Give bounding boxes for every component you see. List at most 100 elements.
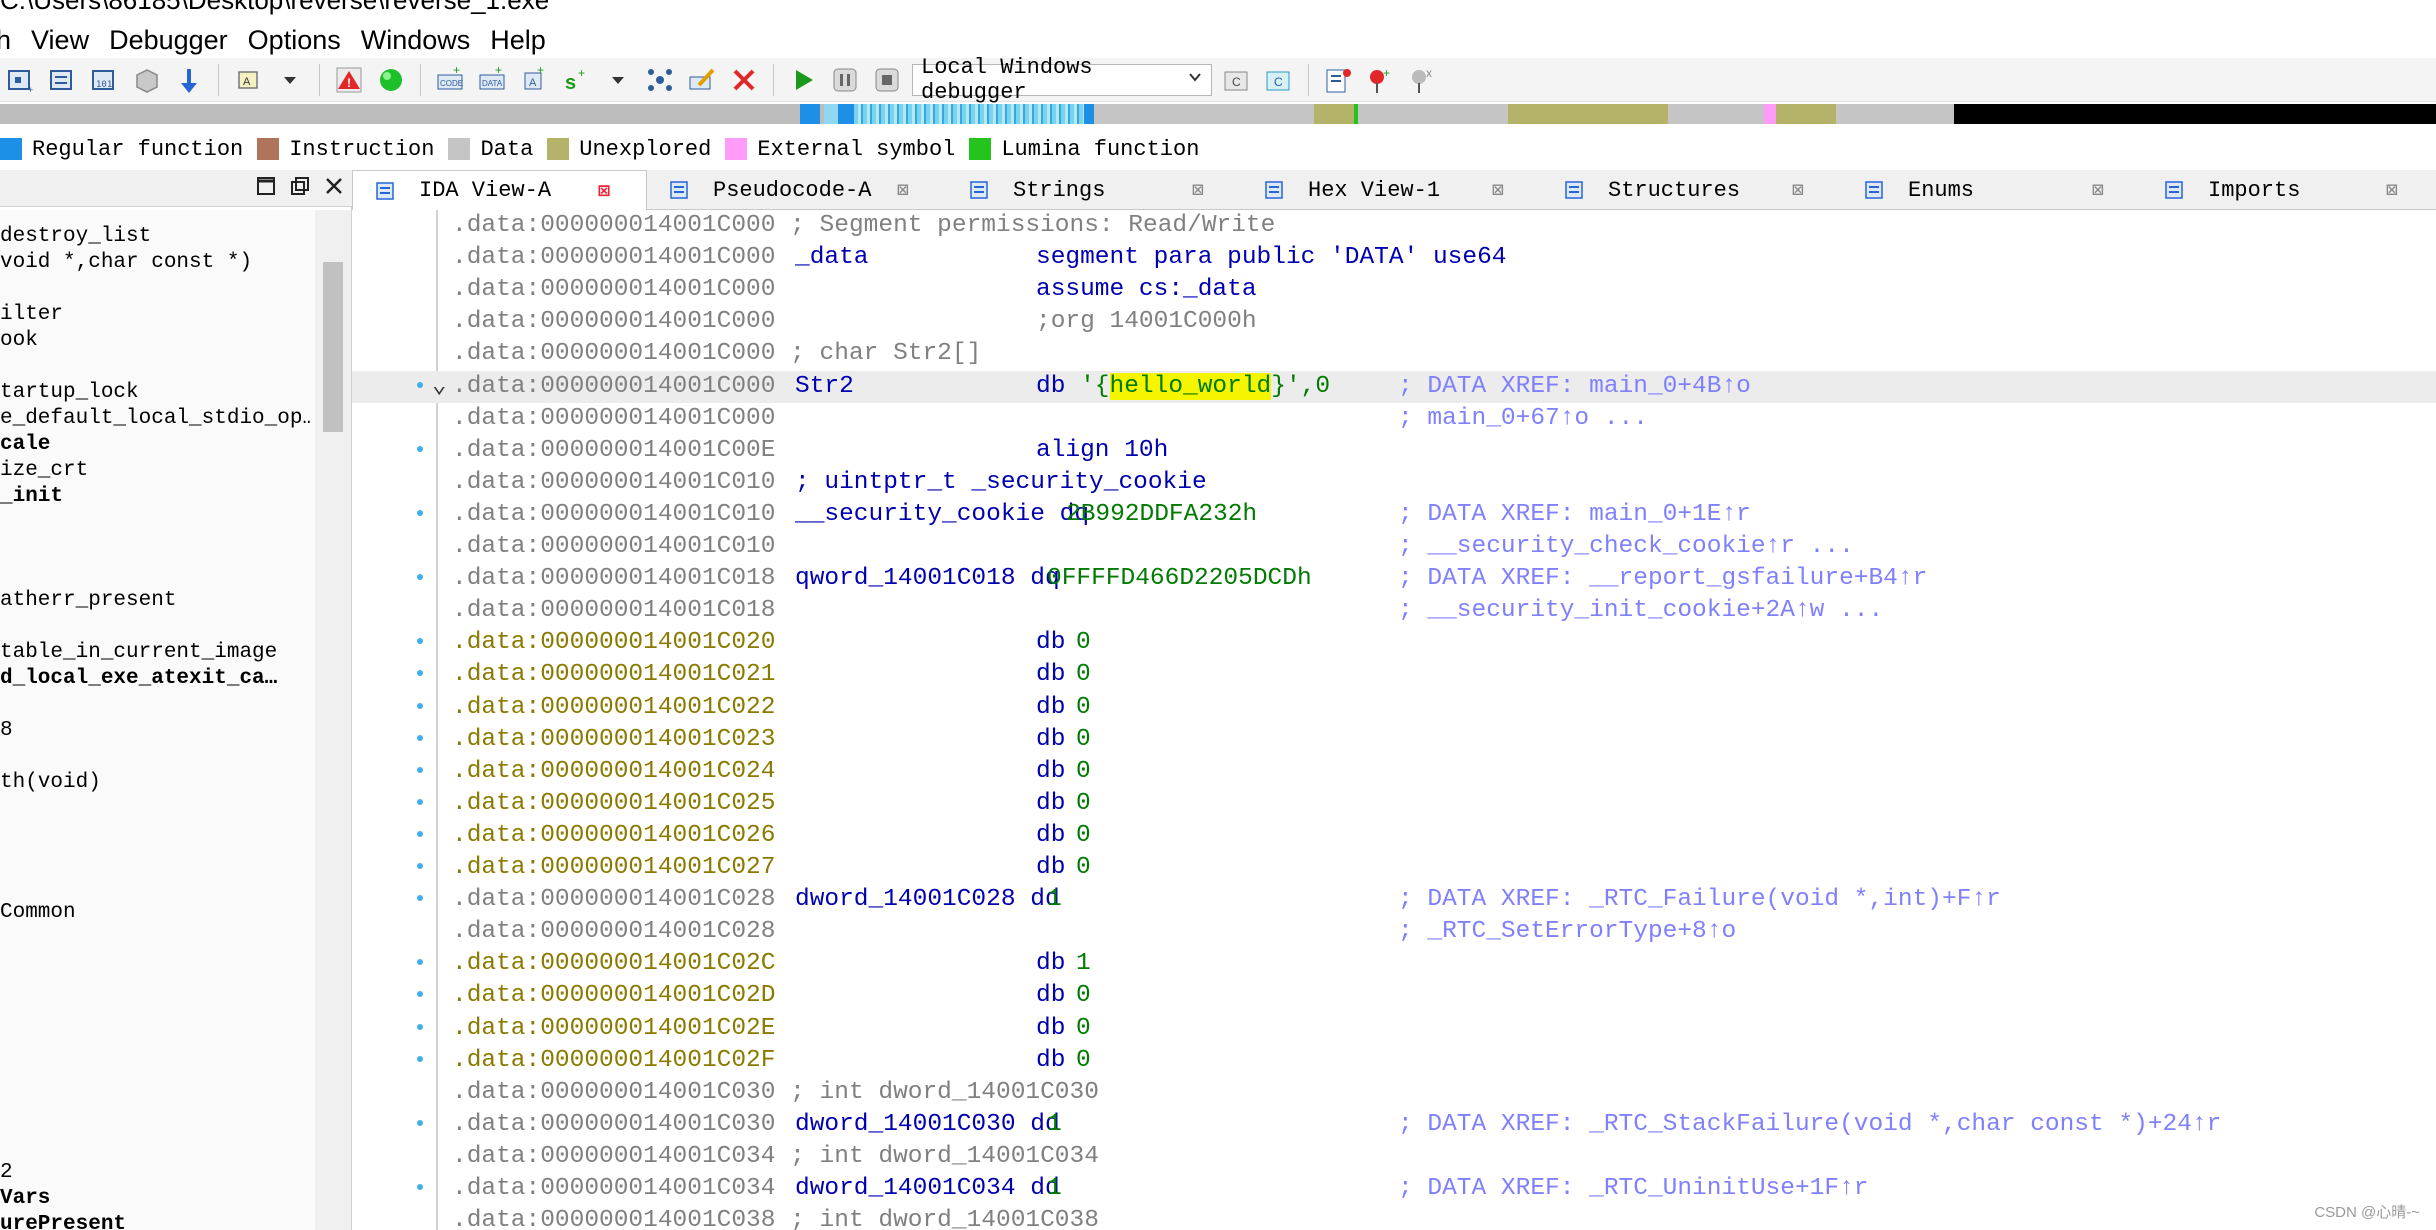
struct-icon[interactable]: + [4, 63, 38, 97]
play-icon[interactable] [786, 63, 820, 97]
disasm-line[interactable]: .data:000000014001C026 db 0 [352, 820, 2436, 852]
disasm-line[interactable]: .data:000000014001C02D db 0 [352, 980, 2436, 1012]
tab-strings[interactable]: Strings ⊠ [947, 170, 1242, 210]
tab-close-icon[interactable]: ⊠ [2092, 177, 2104, 203]
collapse-chevron-icon[interactable]: ⌄ [432, 371, 446, 403]
maximize-icon[interactable] [254, 174, 278, 198]
disasm-line[interactable]: .data:000000014001C010 __security_cookie … [352, 499, 2436, 531]
disasm-line[interactable]: .data:000000014001C028 dword_14001C028 dd… [352, 884, 2436, 916]
tab-close-icon[interactable]: ⊠ [598, 178, 610, 204]
function-list-item[interactable]: ize_crt [0, 458, 310, 484]
line-label[interactable]: dword_14001C034 dd [795, 1173, 1060, 1205]
line-xref-comment[interactable]: ; __security_check_cookie↑r ... [1398, 531, 1854, 563]
string-icon[interactable]: A [231, 63, 265, 97]
tab-close-icon[interactable]: ⊠ [1192, 177, 1204, 203]
line-xref-comment[interactable]: ; DATA XREF: _RTC_Failure(void *,int)+F↑… [1398, 884, 2001, 916]
function-list-item[interactable]: void *,char const *) [0, 250, 310, 276]
highlighted-string[interactable]: hello_world [1109, 373, 1272, 400]
navigation-band[interactable] [0, 104, 2436, 124]
disasm-line[interactable]: .data:000000014001C000 ;org 14001C000h [352, 306, 2436, 338]
function-list-item[interactable]: tartup_lock [0, 380, 310, 406]
disasm-line[interactable]: .data:000000014001C018 ; __security_init_… [352, 595, 2436, 627]
menu-options[interactable]: Options [248, 25, 341, 56]
function-list-item[interactable]: table_in_current_image [0, 640, 310, 666]
menu-debugger[interactable]: Debugger [109, 25, 228, 56]
disasm-line[interactable]: .data:000000014001C00E align 10h [352, 435, 2436, 467]
disasm-line[interactable]: .data:000000014001C022 db 0 [352, 692, 2436, 724]
disasm-line[interactable]: .data:000000014001C023 db 0 [352, 724, 2436, 756]
line-xref-comment[interactable]: ; _RTC_SetErrorType+8↑o [1398, 916, 1736, 948]
green-ball-icon[interactable] [374, 63, 408, 97]
function-list-item[interactable]: destroy_list [0, 224, 310, 250]
disasm-line[interactable]: .data:000000014001C027 db 0 [352, 852, 2436, 884]
function-list-item[interactable]: cale [0, 432, 310, 458]
disasm-line[interactable]: .data:000000014001C02E db 0 [352, 1013, 2436, 1045]
function-list-item[interactable]: Common [0, 900, 310, 926]
disasm-line[interactable]: .data:000000014001C02C db 1 [352, 948, 2436, 980]
menu-help[interactable]: Help [490, 25, 546, 56]
disasm-line[interactable]: .data:000000014001C010 ; __security_check… [352, 531, 2436, 563]
add-segment-icon[interactable]: s + [559, 63, 593, 97]
pause-icon[interactable] [828, 63, 862, 97]
tab-close-icon[interactable]: ⊠ [1492, 177, 1504, 203]
line-xref-comment[interactable]: ; DATA XREF: _RTC_UninitUse+1F↑r [1398, 1173, 1868, 1205]
scrollbar-thumb[interactable] [323, 262, 343, 432]
function-list-item[interactable]: ilter [0, 302, 310, 328]
line-label[interactable]: qword_14001C018 dq [795, 563, 1060, 595]
disasm-line[interactable]: .data:000000014001C020 db 0 [352, 627, 2436, 659]
line-label[interactable]: dword_14001C028 dd [795, 884, 1060, 916]
close-icon[interactable] [322, 174, 346, 198]
function-list-item[interactable]: urePresent [0, 1212, 310, 1230]
breakpoint-list-icon[interactable] [1321, 63, 1355, 97]
line-xref-comment[interactable]: ; main_0+67↑o ... [1398, 403, 1648, 435]
pack-icon[interactable] [130, 63, 164, 97]
tab-close-icon[interactable]: ⊠ [2386, 177, 2398, 203]
line-xref-comment[interactable]: ; DATA XREF: main_0+1E↑r [1398, 499, 1751, 531]
close-red-icon[interactable] [727, 63, 761, 97]
disasm-line[interactable]: .data:000000014001C034 ; int dword_14001… [352, 1141, 2436, 1173]
function-list-item[interactable]: 8 [0, 718, 310, 744]
line-label[interactable]: _data [795, 242, 869, 274]
function-list-item[interactable]: ook [0, 328, 310, 354]
function-list-item[interactable]: e_default_local_stdio_op… [0, 406, 310, 432]
step-into-icon[interactable]: C [1220, 63, 1254, 97]
line-label[interactable]: ; uintptr_t _security_cookie [795, 467, 1207, 499]
functions-scrollbar[interactable] [315, 210, 351, 1230]
tab-imports[interactable]: Imports ⊠ [2142, 170, 2436, 210]
disasm-line[interactable]: .data:000000014001C000 ; Segment permiss… [352, 210, 2436, 242]
tab-close-icon[interactable]: ⊠ [897, 177, 909, 203]
menu-windows[interactable]: Windows [361, 25, 471, 56]
warning-icon[interactable]: ! [332, 63, 366, 97]
disasm-line[interactable]: .data:000000014001C018 qword_14001C018 dq… [352, 563, 2436, 595]
line-label[interactable]: __security_cookie dq [795, 499, 1089, 531]
jump-down-icon[interactable] [172, 63, 206, 97]
breakpoint-add-icon[interactable]: + [1363, 63, 1397, 97]
line-xref-comment[interactable]: ; DATA XREF: main_0+4B↑o [1398, 371, 1751, 403]
tab-close-icon[interactable]: ⊠ [1792, 177, 1804, 203]
step-over-icon[interactable]: C [1262, 63, 1296, 97]
tab-enums[interactable]: Enums ⊠ [1842, 170, 2142, 210]
tab-ida-view-a[interactable]: IDA View-A ⊠ [352, 170, 647, 210]
disasm-line[interactable]: .data:000000014001C024 db 0 [352, 756, 2436, 788]
disasm-line[interactable]: .data:000000014001C030 dword_14001C030 dd… [352, 1109, 2436, 1141]
disasm-line[interactable]: .data:000000014001C000 ; char Str2[] [352, 338, 2436, 370]
line-label[interactable]: Str2 [795, 371, 854, 403]
line-label[interactable]: dword_14001C030 dd [795, 1109, 1060, 1141]
data-icon[interactable]: DATA + [475, 63, 509, 97]
disasm-line[interactable]: .data:000000014001C030 ; int dword_14001… [352, 1077, 2436, 1109]
line-xref-comment[interactable]: ; DATA XREF: _RTC_StackFailure(void *,ch… [1398, 1109, 2221, 1141]
disasm-line[interactable]: .data:000000014001C000 assume cs:_data [352, 274, 2436, 306]
menu-view[interactable]: View [31, 25, 89, 56]
function-list-item[interactable]: 2 [0, 1160, 310, 1186]
function-list-item[interactable]: Vars [0, 1186, 310, 1212]
disasm-line[interactable]: .data:000000014001C025 db 0 [352, 788, 2436, 820]
disasm-line[interactable]: ⌄ .data:000000014001C000 Str2 db '{hello_wo… [352, 371, 2436, 403]
stop-icon[interactable] [870, 63, 904, 97]
dropdown-arrow-icon[interactable] [601, 63, 635, 97]
hex-struct-icon[interactable]: 101 [88, 63, 122, 97]
function-list-item[interactable]: th(void) [0, 770, 310, 796]
disasm-line[interactable]: .data:000000014001C010 ; uintptr_t _secur… [352, 467, 2436, 499]
dropdown-arrow-icon[interactable] [273, 63, 307, 97]
tab-hex-view-1[interactable]: Hex View-1 ⊠ [1242, 170, 1542, 210]
restore-icon[interactable] [288, 174, 312, 198]
